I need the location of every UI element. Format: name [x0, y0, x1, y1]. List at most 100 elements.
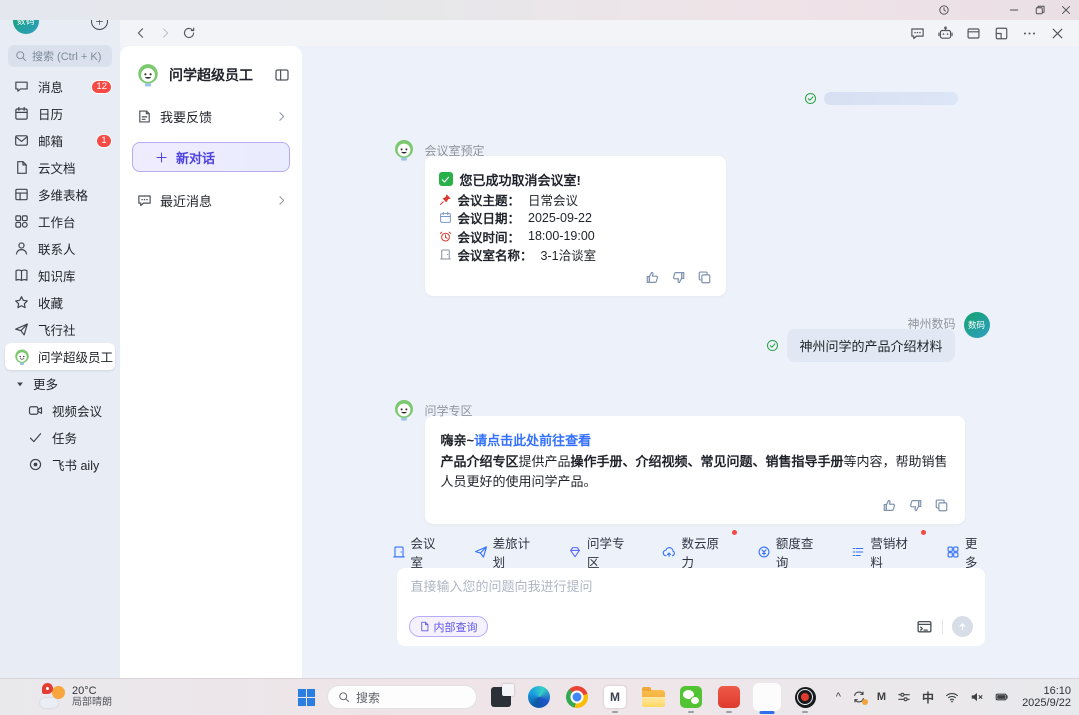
- thumbs-up-icon[interactable]: [882, 498, 897, 513]
- cloud-doc-icon: [14, 160, 29, 175]
- taskbar-search[interactable]: 搜索: [327, 685, 477, 709]
- quick-action-wenxue-zone[interactable]: 问学专区: [568, 533, 636, 571]
- thumbs-down-icon[interactable]: [908, 498, 923, 513]
- user-message: 神州数码 数码 神州问学的产品介绍材料: [392, 312, 990, 362]
- read-receipt-icon: [766, 339, 779, 352]
- table-icon: [14, 187, 29, 202]
- new-chat-button[interactable]: 新对话: [132, 142, 290, 172]
- edge-app[interactable]: [525, 683, 553, 711]
- sidebar-item-workbench[interactable]: 工作台: [0, 208, 120, 235]
- quick-action-marketing-material[interactable]: 营销材料: [851, 533, 919, 571]
- tray-m-icon[interactable]: M: [877, 691, 886, 703]
- chrome-app[interactable]: [563, 683, 591, 711]
- message-input[interactable]: [411, 579, 971, 594]
- unread-badge: 12: [91, 80, 112, 94]
- window-titlebar: [0, 0, 1079, 20]
- sidebar-item-more[interactable]: 更多: [0, 370, 120, 397]
- bot-avatar: [392, 398, 416, 422]
- wifi-icon[interactable]: [945, 690, 959, 704]
- file-explorer-app[interactable]: [639, 683, 667, 711]
- copy-icon[interactable]: [697, 270, 712, 285]
- robot-icon[interactable]: [938, 26, 953, 41]
- wechat-icon: [680, 686, 702, 708]
- thumbs-down-icon[interactable]: [671, 270, 686, 285]
- plus-icon: [155, 151, 168, 164]
- minimize-button[interactable]: [1001, 1, 1027, 19]
- sidebar-item-clouddocs[interactable]: 云文档: [0, 154, 120, 181]
- arrow-up-icon: [957, 621, 968, 632]
- success-check-icon: [439, 172, 453, 186]
- popout-window-icon[interactable]: [994, 26, 1009, 41]
- close-panel-icon[interactable]: [1050, 26, 1065, 41]
- sidebar-item-aily[interactable]: 飞书 aily: [0, 451, 120, 478]
- refresh-icon[interactable]: [182, 26, 196, 40]
- close-button[interactable]: [1053, 1, 1079, 19]
- taskbar-clock[interactable]: 16:10 2025/9/22: [1022, 685, 1071, 709]
- quick-action-cloud-power[interactable]: 数云原力: [662, 533, 730, 571]
- alarm-icon: [439, 230, 452, 243]
- volume-muted-icon[interactable]: [970, 690, 984, 704]
- red-app[interactable]: [715, 683, 743, 711]
- feishu-icon: [756, 686, 778, 708]
- hidden-icons-button[interactable]: ^: [836, 691, 841, 703]
- calendar-icon: [14, 106, 29, 121]
- start-button[interactable]: [296, 687, 317, 708]
- task-view-button[interactable]: [487, 683, 515, 711]
- send-button[interactable]: [952, 616, 973, 637]
- go-view-link[interactable]: 请点击此处前往查看: [474, 430, 591, 449]
- sidebar-item-calendar[interactable]: 日历: [0, 100, 120, 127]
- sender-name: 会议室预定: [425, 142, 485, 159]
- sync-status[interactable]: [852, 690, 866, 704]
- sidebar-item-feixingshe[interactable]: 飞行社: [0, 316, 120, 343]
- weather-temp: 20°C: [72, 686, 112, 697]
- chevron-right-icon: [275, 110, 288, 123]
- feedback-item[interactable]: 我要反馈: [120, 98, 302, 134]
- sidebar-item-knowledge[interactable]: 知识库: [0, 262, 120, 289]
- more-options-icon[interactable]: [1022, 26, 1037, 41]
- quick-action-more[interactable]: 更多: [946, 533, 990, 571]
- internal-query-chip[interactable]: 内部查询: [409, 616, 488, 637]
- sidebar-item-mail[interactable]: 邮箱1: [0, 127, 120, 154]
- sidebar-item-wenxue-agent[interactable]: 问学超级员工: [5, 343, 115, 370]
- product-zone-card: 嗨亲~ 请点击此处前往查看 产品介绍专区提供产品操作手册、介绍视频、常见问题、销…: [425, 416, 965, 524]
- card-view-icon[interactable]: [966, 26, 981, 41]
- sidebar-item-favorites[interactable]: 收藏: [0, 289, 120, 316]
- sidebar-item-contacts[interactable]: 联系人: [0, 235, 120, 262]
- copy-icon[interactable]: [934, 498, 949, 513]
- thumbs-up-icon[interactable]: [645, 270, 660, 285]
- sidebar-item-video-meeting[interactable]: 视频会议: [0, 397, 120, 424]
- meeting-room-icon: [392, 545, 406, 559]
- chat-main: 会议室预定 您已成功取消会议室! 会议主题：日常会议 会议日期：2025-09-…: [302, 46, 1079, 678]
- ime-indicator[interactable]: 中: [922, 689, 934, 706]
- recorder-app[interactable]: [791, 683, 819, 711]
- forward-icon[interactable]: [158, 26, 172, 40]
- workbench-icon: [14, 214, 29, 229]
- back-icon[interactable]: [134, 26, 148, 40]
- quick-action-quota-query[interactable]: 额度查询: [757, 533, 825, 571]
- sidebar-item-base[interactable]: 多维表格: [0, 181, 120, 208]
- system-tray: ^ M 中 16:10 2025/9/22: [836, 685, 1071, 709]
- unread-badge: 1: [96, 134, 112, 148]
- sidebar-item-tasks[interactable]: 任务: [0, 424, 120, 451]
- bot-title: 问学超级员工: [169, 65, 266, 85]
- battery-icon[interactable]: [995, 690, 1009, 704]
- sidebar-search[interactable]: 搜索 (Ctrl + K): [8, 45, 112, 67]
- pin-icon: [439, 193, 452, 206]
- quick-action-travel-plan[interactable]: 差旅计划: [474, 533, 542, 571]
- history-icon[interactable]: [931, 1, 957, 19]
- wechat-app[interactable]: [677, 683, 705, 711]
- m-app[interactable]: M: [601, 683, 629, 711]
- mixer-icon[interactable]: [897, 690, 911, 704]
- bot-panel: 问学超级员工 我要反馈 新对话 最近消息: [120, 46, 302, 678]
- chat-bubble-icon[interactable]: [910, 26, 925, 41]
- weather-widget[interactable]: 20°C 局部晴朗: [40, 685, 112, 709]
- panel-toggle-icon[interactable]: [274, 67, 290, 83]
- sidebar-item-messages[interactable]: 消息12: [0, 73, 120, 100]
- feishu-app[interactable]: [753, 683, 781, 711]
- user-avatar[interactable]: 数码: [964, 312, 990, 338]
- quick-action-meeting-room[interactable]: 会议室: [392, 533, 448, 571]
- more-grid-icon: [946, 545, 960, 559]
- recent-messages-item[interactable]: 最近消息: [120, 182, 302, 218]
- restore-button[interactable]: [1027, 1, 1053, 19]
- console-icon[interactable]: [916, 618, 933, 635]
